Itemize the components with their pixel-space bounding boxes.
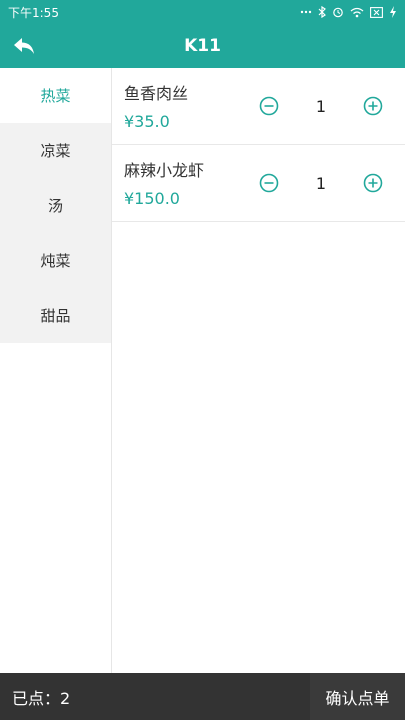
alarm-icon [332,6,344,18]
status-bar: 下午1:55 [0,0,405,24]
list-item: 麻辣小龙虾 ¥150.0 1 [112,145,405,222]
status-time: 下午1:55 [8,5,59,20]
quantity-stepper: 1 [259,94,383,118]
dish-price: ¥150.0 [124,189,180,208]
sim-x-icon [370,6,383,18]
sidebar-item-soup[interactable]: 汤 [0,178,111,233]
plus-circle-icon[interactable] [363,96,383,116]
status-icons [300,6,397,18]
sidebar-item-hot-dishes[interactable]: 热菜 [0,68,111,123]
sidebar-item-dessert[interactable]: 甜品 [0,288,111,343]
dish-name: 鱼香肉丝 [124,84,189,103]
plus-circle-icon[interactable] [363,173,383,193]
dots-icon [300,9,312,15]
wifi-icon [350,7,364,18]
app-bar: K11 [0,24,405,68]
quantity-stepper: 1 [259,171,383,195]
page-title: K11 [184,36,221,56]
confirm-order-button[interactable]: 确认点单 [310,673,405,720]
category-sidebar: 热菜 凉菜 汤 炖菜 甜品 [0,68,112,673]
battery-charging-icon [389,6,397,18]
sidebar-item-stew[interactable]: 炖菜 [0,233,111,288]
bluetooth-icon [318,6,326,18]
list-item: 鱼香肉丝 ¥35.0 1 [112,68,405,145]
sidebar-item-cold-dishes[interactable]: 凉菜 [0,123,111,178]
dish-list: 鱼香肉丝 ¥35.0 1 麻辣小龙虾 ¥150.0 1 [112,68,405,222]
quantity-value: 1 [315,173,327,193]
quantity-value: 1 [315,96,327,116]
back-arrow-icon[interactable] [10,32,38,60]
minus-circle-icon[interactable] [259,173,279,193]
ordered-count: 已点：2 [12,688,71,708]
dish-price: ¥35.0 [124,112,170,131]
dish-name: 麻辣小龙虾 [124,161,205,180]
minus-circle-icon[interactable] [259,96,279,116]
order-bottom-bar: 已点：2 确认点单 [0,673,405,720]
